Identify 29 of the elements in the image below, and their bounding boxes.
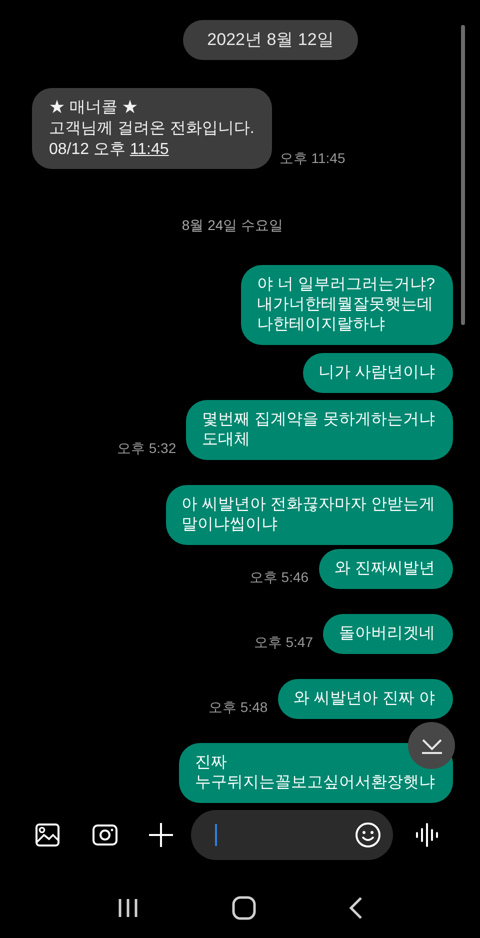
message-bubble: 야 너 일부러그러는거냐? 내가너한테뭘잘못햇는데 나한테이지랄하냐 <box>241 264 453 344</box>
emoji-icon[interactable] <box>355 822 381 848</box>
message-bubble: 몇번째 집계약을 못하게하는거냐 도대체 <box>186 400 453 460</box>
message-bubble: 돌아버리겟네 <box>323 614 453 654</box>
message-bubble: ★ 매너콜 ★ 고객님께 걸려온 전화입니다. 08/12 오후 11:45 <box>32 88 272 168</box>
message-bubble: 아 씨발년아 전화끊자마자 안받는게 말이냐씹이냐 <box>166 484 453 544</box>
back-icon[interactable] <box>349 897 364 919</box>
plus-icon[interactable] <box>149 823 173 847</box>
message-time: 오후 5:46 <box>249 568 309 586</box>
gallery-icon[interactable] <box>35 823 60 847</box>
time-link[interactable]: 11:45 <box>130 140 169 158</box>
message-bubble: 와 씨발년아 진짜 야 <box>278 678 453 718</box>
message-time: 오후 5:47 <box>254 632 313 652</box>
camera-icon[interactable] <box>92 824 118 846</box>
message-time: 오후 11:45 <box>279 148 346 168</box>
message-bubble: 니가 사람년이냐 <box>302 352 453 392</box>
voice-icon[interactable] <box>415 822 441 848</box>
message-bubble: 와 진짜씨발년 <box>318 548 453 588</box>
message-input-field[interactable] <box>191 810 393 860</box>
recent-apps-icon[interactable] <box>116 898 139 918</box>
date-chip: 2022년 8월 12일 <box>183 20 358 60</box>
scroll-down-button[interactable] <box>408 722 455 769</box>
text-cursor <box>215 824 217 846</box>
arrow-down-icon <box>420 738 442 754</box>
message-time: 오후 5:48 <box>208 698 268 716</box>
date-divider: 8월 24일 수요일 <box>182 216 284 234</box>
home-icon[interactable] <box>232 896 256 920</box>
message-bubble: 진짜 누구뒤지는꼴보고싶어서환장햇냐 <box>179 742 453 802</box>
message-time: 오후 5:32 <box>116 438 176 458</box>
